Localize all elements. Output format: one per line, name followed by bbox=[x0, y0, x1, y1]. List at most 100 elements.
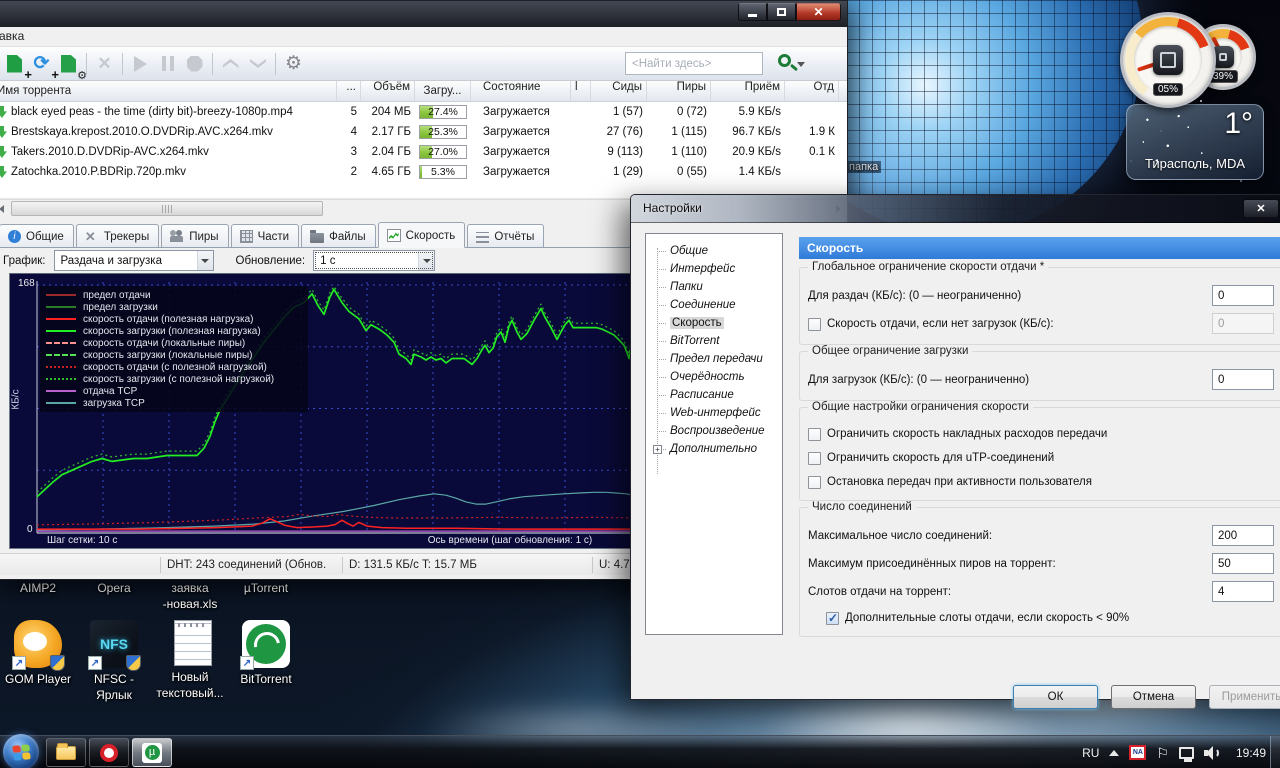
taskbar-app-utorrent[interactable]: µ bbox=[132, 738, 172, 767]
tab-Части[interactable]: Части bbox=[231, 224, 300, 247]
add-torrent-button[interactable]: + bbox=[1, 51, 28, 77]
tree-item-Расписание[interactable]: Расписание bbox=[646, 386, 782, 404]
table-row[interactable]: Takers.2010.D.DVDRip-AVC.x264.mkv32.04 Г… bbox=[0, 142, 847, 162]
desktop-icon-label[interactable]: AIMP2 bbox=[0, 580, 76, 612]
desktop-icon-label-papka[interactable]: папка bbox=[846, 161, 881, 173]
close-icon[interactable]: ✕ bbox=[1243, 199, 1279, 218]
scrollbar-thumb[interactable] bbox=[11, 201, 323, 216]
tab-Отчёты[interactable]: Отчёты bbox=[467, 224, 544, 247]
ok-button[interactable]: ОК bbox=[1013, 685, 1098, 709]
setting-input[interactable] bbox=[1212, 285, 1274, 306]
torrent-table-header[interactable]: Имя торрента...ОбъёмЗагру...СостояниеlСи… bbox=[0, 81, 847, 102]
tree-item-Дополнительно[interactable]: +Дополнительно bbox=[646, 440, 782, 458]
tab-Общие[interactable]: iОбщие bbox=[0, 224, 74, 247]
move-up-button[interactable] bbox=[217, 51, 244, 77]
maximize-button[interactable] bbox=[767, 3, 796, 21]
desktop-icon-label[interactable]: заявка -новая.xls bbox=[152, 580, 228, 612]
taskbar-clock[interactable]: 19:49 bbox=[1236, 746, 1266, 760]
tab-Скорость[interactable]: Скорость bbox=[378, 222, 466, 248]
desktop-icon-GOM Player[interactable]: ↗GOM Player bbox=[0, 620, 76, 703]
graph-type-select[interactable]: Раздача и загрузка bbox=[54, 250, 214, 271]
pause-button[interactable] bbox=[154, 51, 181, 77]
tree-item-Интерфейс[interactable]: Интерфейс bbox=[646, 260, 782, 278]
checkbox[interactable] bbox=[808, 318, 821, 331]
table-row[interactable]: Zatochka.2010.P.BDRip.720p.mkv24.65 ГБ5.… bbox=[0, 162, 847, 182]
tree-item-Общие[interactable]: Общие bbox=[646, 242, 782, 260]
column-header[interactable]: l bbox=[571, 81, 591, 101]
tree-item-BitTorrent[interactable]: BitTorrent bbox=[646, 332, 782, 350]
menu-item-help-partial[interactable]: авка bbox=[0, 29, 24, 43]
minimize-button[interactable] bbox=[738, 3, 767, 21]
column-header[interactable]: Пиры bbox=[647, 81, 711, 101]
start-button[interactable] bbox=[3, 734, 39, 768]
setting-input[interactable] bbox=[1212, 525, 1274, 546]
search-dropdown-caret-icon[interactable] bbox=[797, 62, 805, 67]
move-down-button[interactable] bbox=[244, 51, 271, 77]
tree-item-Скорость[interactable]: Скорость bbox=[646, 314, 782, 332]
checkbox[interactable] bbox=[808, 428, 821, 441]
desktop-icon-label[interactable]: µTorrent bbox=[228, 580, 304, 612]
volume-icon[interactable] bbox=[1204, 746, 1220, 760]
cpu-meter-gadget[interactable]: 05% bbox=[1120, 12, 1216, 108]
stop-button[interactable] bbox=[181, 51, 208, 77]
tab-Трекеры[interactable]: Трекеры bbox=[76, 224, 159, 247]
tree-item-Предел передачи[interactable]: Предел передачи bbox=[646, 350, 782, 368]
tree-item-Воспроизведение[interactable]: Воспроизведение bbox=[646, 422, 782, 440]
checkbox[interactable] bbox=[826, 612, 839, 625]
language-indicator[interactable]: RU bbox=[1082, 746, 1099, 760]
expand-icon[interactable]: + bbox=[653, 445, 662, 454]
update-interval-select[interactable]: 1 с bbox=[313, 250, 435, 271]
tab-Пиры[interactable]: Пиры bbox=[161, 224, 228, 247]
hidden-icons-arrow[interactable] bbox=[1109, 750, 1119, 756]
column-header[interactable]: Состояние bbox=[471, 81, 571, 101]
desktop-icon-NFSC - Ярлык[interactable]: NFS↗NFSC - Ярлык bbox=[76, 620, 152, 703]
add-from-url-button[interactable]: ⟳+ bbox=[28, 51, 55, 77]
chevron-down-icon[interactable] bbox=[197, 251, 213, 270]
tab-Файлы[interactable]: Файлы bbox=[301, 224, 376, 247]
table-row[interactable]: Brestskaya.krepost.2010.O.DVDRip.AVC.x26… bbox=[0, 122, 847, 142]
start-button[interactable] bbox=[127, 51, 154, 77]
preferences-button[interactable]: ⚙ bbox=[280, 51, 307, 77]
checkbox[interactable] bbox=[808, 476, 821, 489]
tree-item-Web-интерфейс[interactable]: Web-интерфейс bbox=[646, 404, 782, 422]
column-header[interactable]: Приём bbox=[711, 81, 785, 101]
scroll-left-button[interactable] bbox=[0, 201, 10, 216]
taskbar-app-explorer[interactable] bbox=[46, 738, 86, 767]
checkbox[interactable] bbox=[808, 452, 821, 465]
column-header[interactable]: Имя торрента bbox=[0, 81, 337, 101]
utorrent-titlebar[interactable]: ✕ bbox=[0, 1, 847, 27]
column-header[interactable]: Объём bbox=[361, 81, 415, 101]
taskbar-app-opera[interactable] bbox=[89, 738, 129, 767]
desktop-icon-Новый текстовый...[interactable]: Новый текстовый... bbox=[152, 620, 228, 703]
show-desktop-button[interactable] bbox=[1270, 736, 1280, 768]
antivirus-na-icon[interactable]: NA bbox=[1129, 745, 1146, 760]
desktop-icon-label[interactable]: Opera bbox=[76, 580, 152, 612]
status-segment: D: 131.5 КБ/с T: 15.7 МБ bbox=[343, 557, 593, 573]
menubar[interactable]: авка bbox=[0, 27, 847, 47]
tree-item-Папки[interactable]: Папки bbox=[646, 278, 782, 296]
settings-titlebar[interactable]: Настройки ✕ bbox=[631, 195, 1280, 223]
tree-item-Очерёдность[interactable]: Очерёдность bbox=[646, 368, 782, 386]
network-icon[interactable] bbox=[1179, 747, 1194, 759]
tree-item-Соединение[interactable]: Соединение bbox=[646, 296, 782, 314]
setting-input[interactable] bbox=[1212, 313, 1274, 334]
search-icon[interactable] bbox=[778, 54, 791, 67]
column-header[interactable]: Загру... bbox=[415, 81, 471, 101]
action-center-flag-icon[interactable]: ⚐ bbox=[1156, 746, 1169, 760]
setting-input[interactable] bbox=[1212, 369, 1274, 390]
search-input[interactable] bbox=[625, 52, 763, 75]
setting-input[interactable] bbox=[1212, 553, 1274, 574]
create-torrent-button[interactable]: ⚙ bbox=[55, 51, 82, 77]
desktop-icon-BitTorrent[interactable]: ↗BitTorrent bbox=[228, 620, 304, 703]
column-header[interactable]: Сиды bbox=[591, 81, 647, 101]
weather-gadget[interactable]: 1° Тирасполь, MDA bbox=[1126, 104, 1264, 180]
column-header[interactable]: ... bbox=[337, 81, 361, 101]
apply-button[interactable]: Применить bbox=[1209, 685, 1280, 709]
table-row[interactable]: black eyed peas - the time (dirty bit)-b… bbox=[0, 102, 847, 122]
close-button[interactable]: ✕ bbox=[796, 3, 841, 21]
remove-button[interactable]: ✕ bbox=[91, 51, 118, 77]
setting-input[interactable] bbox=[1212, 581, 1274, 602]
chevron-down-icon[interactable] bbox=[418, 251, 434, 270]
column-header[interactable]: Отд bbox=[785, 81, 839, 101]
cancel-button[interactable]: Отмена bbox=[1111, 685, 1196, 709]
